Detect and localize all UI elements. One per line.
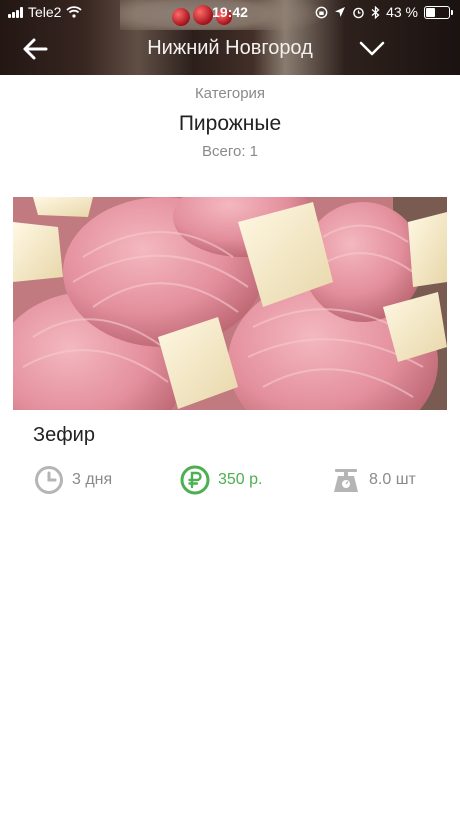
chevron-down-icon[interactable] <box>358 36 386 60</box>
city-title[interactable]: Нижний Новгород <box>0 37 460 60</box>
clock-icon <box>34 465 64 495</box>
category-total: Всего: 1 <box>201 143 258 160</box>
product-name[interactable]: Зефир <box>33 424 95 447</box>
zefir-image <box>13 197 447 410</box>
shelf-life-info: 3 дня <box>34 465 112 495</box>
shelf-life-text: 3 дня <box>72 471 113 488</box>
orientation-lock-icon <box>315 6 328 18</box>
quantity-text: 8.0 шт <box>369 471 416 488</box>
category-name: Пирожные <box>178 112 282 135</box>
ruble-icon <box>180 465 210 495</box>
battery-percent: 43 % <box>386 4 418 20</box>
product-photo[interactable] <box>13 197 447 410</box>
battery-icon <box>424 5 453 19</box>
bluetooth-icon <box>371 5 380 19</box>
location-icon <box>335 7 346 17</box>
quantity-info: 8.0 шт <box>331 465 416 495</box>
alarm-icon <box>353 7 364 18</box>
nav-bar: Нижний Новгород <box>0 28 460 68</box>
price-info: 350 р. <box>180 465 262 495</box>
scale-icon <box>331 465 361 495</box>
battery-fill <box>426 7 435 17</box>
category-label: Категория <box>194 85 266 102</box>
status-bar: Tele2 19:42 43 % <box>0 0 460 24</box>
price-text: 350 р. <box>218 471 263 488</box>
